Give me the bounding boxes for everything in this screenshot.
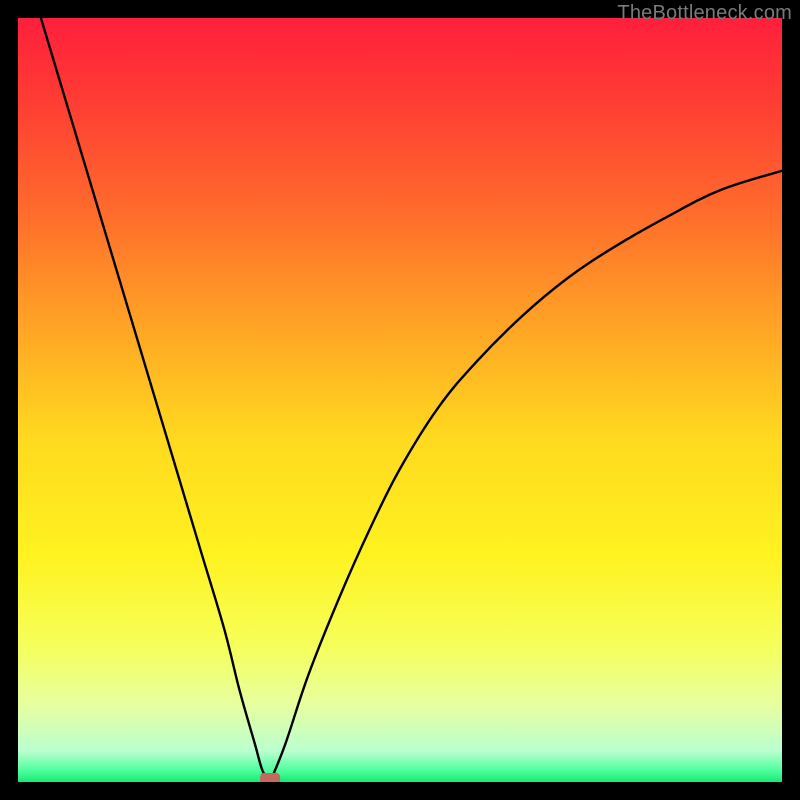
minimum-marker [260,773,280,782]
watermark-text: TheBottleneck.com [617,2,792,25]
chart-svg [18,18,782,782]
chart-background [18,18,782,782]
chart-frame [18,18,782,782]
